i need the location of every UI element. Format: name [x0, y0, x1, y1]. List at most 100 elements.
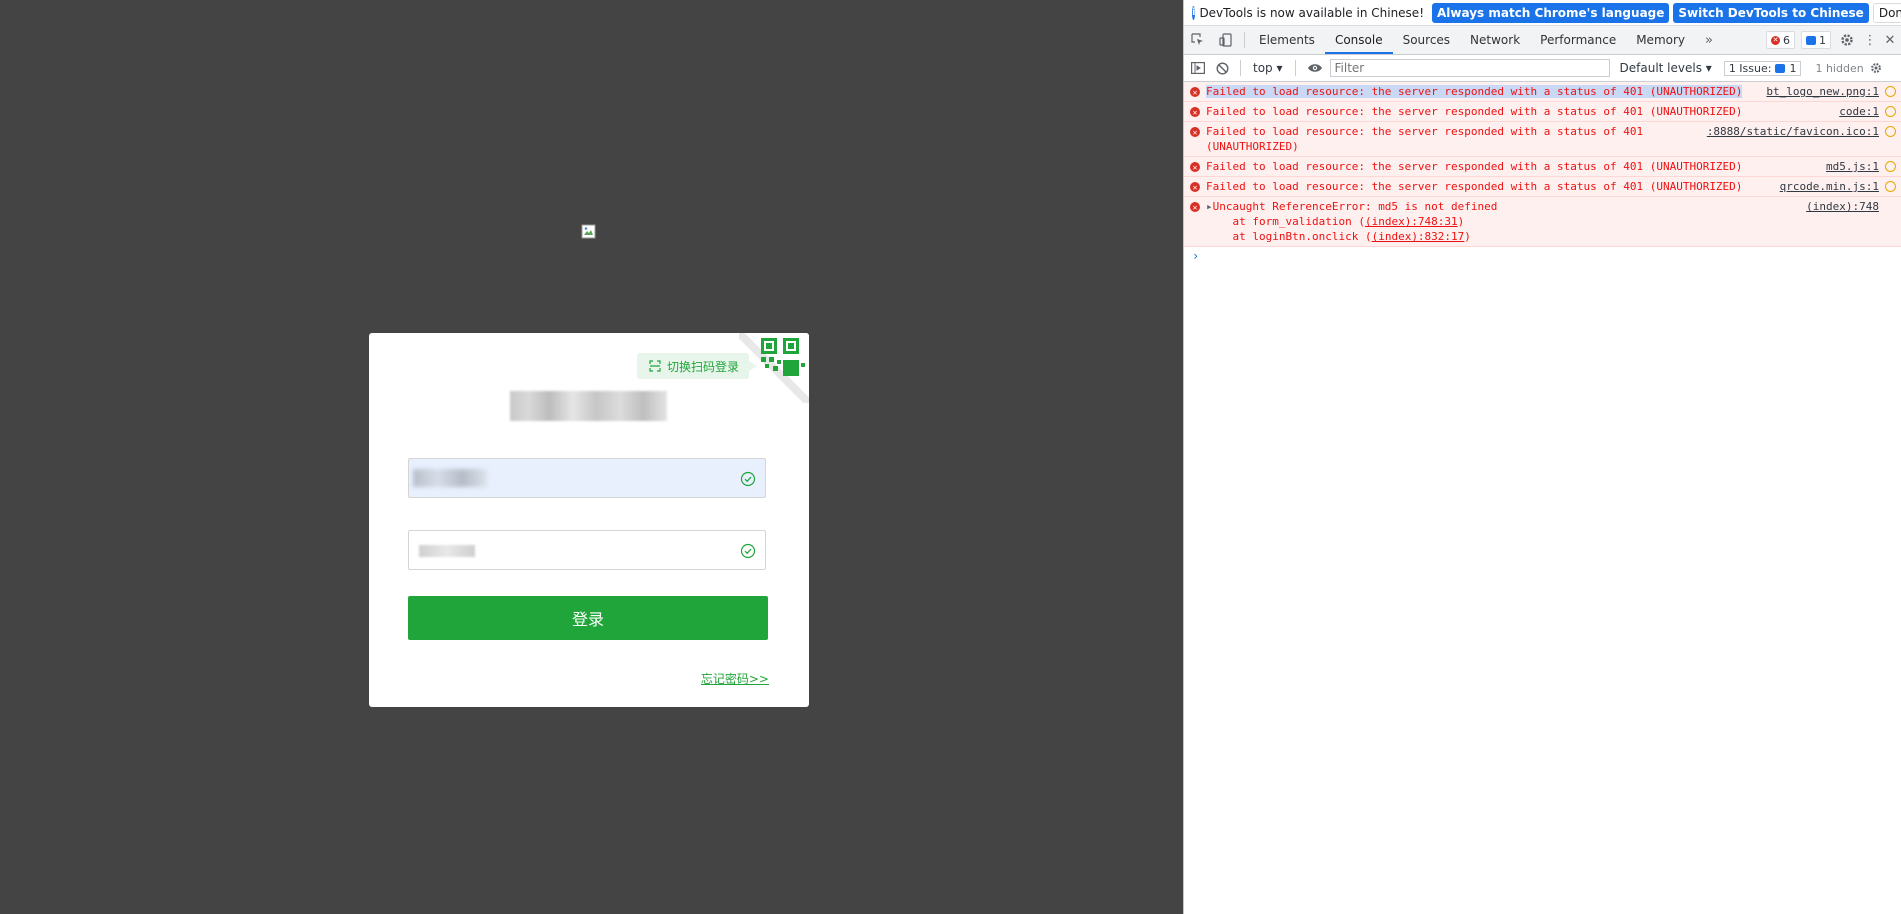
- filter-input[interactable]: [1329, 59, 1610, 77]
- console-settings-icon[interactable]: [1868, 54, 1884, 82]
- tab-network[interactable]: Network: [1460, 26, 1530, 54]
- qr-code-icon[interactable]: [739, 333, 809, 403]
- check-circle-icon: [740, 543, 756, 559]
- qr-login-switch[interactable]: 切换扫码登录: [637, 353, 758, 379]
- log-message: Failed to load resource: the server resp…: [1206, 125, 1644, 153]
- broken-image-icon: [581, 224, 596, 239]
- error-icon: ✕: [1190, 127, 1200, 137]
- issue-message-icon: [1775, 63, 1786, 73]
- log-message: Failed to load resource: the server resp…: [1206, 160, 1743, 173]
- tab-sources[interactable]: Sources: [1393, 26, 1460, 54]
- network-request-icon[interactable]: [1884, 161, 1896, 172]
- tabbar-right: ✕ 6 1 ⋮ ✕: [1766, 26, 1901, 54]
- scan-icon: [649, 360, 661, 372]
- login-card: 切换扫码登录 登录 忘记密码>>: [369, 333, 809, 707]
- message-icon: [1806, 35, 1816, 45]
- log-source-link[interactable]: bt_logo_new.png:1: [1760, 84, 1879, 99]
- username-value-blurred: [413, 469, 487, 487]
- network-request-icon[interactable]: [1884, 181, 1896, 192]
- stack-frame-prefix: at form_validation (: [1206, 215, 1365, 228]
- console-prompt[interactable]: ›: [1184, 247, 1901, 265]
- log-source-link[interactable]: :8888/static/favicon.ico:1: [1701, 124, 1879, 154]
- password-value-blurred: [419, 545, 475, 557]
- log-message: Failed to load resource: the server resp…: [1206, 85, 1743, 98]
- console-output: ✕ Failed to load resource: the server re…: [1184, 82, 1901, 265]
- network-request-icon[interactable]: [1884, 126, 1896, 137]
- tab-console[interactable]: Console: [1324, 26, 1393, 54]
- message-count: 1: [1819, 33, 1826, 47]
- error-icon: ✕: [1190, 202, 1200, 212]
- always-match-language-button[interactable]: Always match Chrome's language: [1432, 2, 1670, 23]
- error-count: 6: [1783, 33, 1790, 47]
- devtools-tabbar: Elements Console Sources Network Perform…: [1184, 26, 1901, 55]
- log-row: ✕ Failed to load resource: the server re…: [1184, 177, 1901, 197]
- devtools-panel: i DevTools is now available in Chinese! …: [1183, 0, 1901, 914]
- log-row: ✕ Failed to load resource: the server re…: [1184, 102, 1901, 122]
- stack-frame-prefix: at loginBtn.onclick (: [1206, 230, 1372, 243]
- log-source-link[interactable]: qrcode.min.js:1: [1774, 179, 1879, 194]
- log-levels-dropdown[interactable]: Default levels ▾: [1620, 61, 1712, 75]
- error-count-badge[interactable]: ✕ 6: [1766, 31, 1795, 49]
- issues-badge[interactable]: 1 Issue: 1: [1723, 60, 1802, 76]
- eye-icon[interactable]: [1304, 54, 1326, 82]
- clear-console-icon[interactable]: [1212, 54, 1232, 82]
- exception-text: Uncaught ReferenceError: md5 is not defi…: [1212, 200, 1498, 213]
- exception-row: ✕ ▸Uncaught ReferenceError: md5 is not d…: [1184, 197, 1901, 247]
- error-icon: ✕: [1190, 87, 1200, 97]
- log-row: ✕ Failed to load resource: the server re…: [1184, 122, 1901, 157]
- tab-separator: [1244, 32, 1245, 48]
- issues-count: 1: [1789, 61, 1797, 75]
- log-message: Failed to load resource: the server resp…: [1206, 180, 1743, 193]
- qr-login-label: 切换扫码登录: [667, 359, 740, 374]
- exception-message: ▸Uncaught ReferenceError: md5 is not def…: [1206, 199, 1800, 244]
- hidden-count: 1 hidden: [1815, 61, 1864, 75]
- log-source-link[interactable]: md5.js:1: [1820, 159, 1879, 174]
- stack-frame-link[interactable]: (index):832:17: [1372, 230, 1465, 243]
- infobar-text: DevTools is now available in Chinese!: [1199, 5, 1424, 20]
- username-field[interactable]: [408, 458, 766, 498]
- more-tabs-icon[interactable]: »: [1695, 26, 1723, 54]
- inspect-element-icon[interactable]: [1184, 26, 1212, 54]
- log-row: ✕ Failed to load resource: the server re…: [1184, 82, 1901, 102]
- language-infobar: i DevTools is now available in Chinese! …: [1184, 0, 1901, 26]
- context-value: top: [1253, 61, 1273, 75]
- kebab-menu-icon[interactable]: ⋮: [1863, 26, 1877, 54]
- login-button[interactable]: 登录: [408, 596, 768, 640]
- network-request-icon[interactable]: [1884, 86, 1896, 97]
- forgot-password-link[interactable]: 忘记密码>>: [701, 670, 769, 687]
- stack-frame-suffix: ): [1457, 215, 1465, 228]
- toolbar-separator: [1240, 60, 1241, 76]
- log-message: Failed to load resource: the server resp…: [1206, 105, 1743, 118]
- info-icon: i: [1192, 5, 1196, 20]
- password-field[interactable]: [408, 530, 766, 570]
- tab-elements[interactable]: Elements: [1249, 26, 1325, 54]
- stack-frame-suffix: ): [1464, 230, 1471, 243]
- logo-title-blurred: [510, 391, 667, 421]
- stack-frame-link[interactable]: (index):748:31: [1365, 215, 1458, 228]
- error-icon: ✕: [1190, 182, 1200, 192]
- context-selector[interactable]: top ▾: [1249, 61, 1287, 75]
- exception-source-link[interactable]: (index):748: [1800, 199, 1879, 244]
- network-request-icon[interactable]: [1884, 106, 1896, 117]
- issues-label: 1 Issue:: [1728, 61, 1772, 75]
- check-circle-icon: [740, 471, 756, 487]
- error-icon: ✕: [1771, 35, 1780, 45]
- tab-memory[interactable]: Memory: [1626, 26, 1695, 54]
- sidebar-toggle-icon[interactable]: [1188, 54, 1208, 82]
- log-levels-value: Default levels: [1619, 61, 1702, 75]
- dont-show-again-button[interactable]: Don't show again: [1872, 2, 1901, 23]
- message-count-badge[interactable]: 1: [1801, 31, 1831, 49]
- gear-icon[interactable]: [1837, 26, 1857, 54]
- tab-performance[interactable]: Performance: [1530, 26, 1626, 54]
- login-page: 切换扫码登录 登录 忘记密码>>: [0, 0, 1183, 914]
- toolbar-separator: [1294, 60, 1296, 76]
- console-toolbar: top ▾ Default levels ▾ 1 Issue: 1 1 hidd…: [1184, 55, 1901, 82]
- device-toolbar-icon[interactable]: [1212, 26, 1240, 54]
- log-source-link[interactable]: code:1: [1833, 104, 1879, 119]
- error-icon: ✕: [1190, 162, 1200, 172]
- log-row: ✕ Failed to load resource: the server re…: [1184, 157, 1901, 177]
- error-icon: ✕: [1190, 107, 1200, 117]
- close-devtools-icon[interactable]: ✕: [1883, 26, 1897, 54]
- switch-to-chinese-button[interactable]: Switch DevTools to Chinese: [1673, 2, 1869, 23]
- expand-triangle-icon[interactable]: ▸: [1206, 200, 1213, 213]
